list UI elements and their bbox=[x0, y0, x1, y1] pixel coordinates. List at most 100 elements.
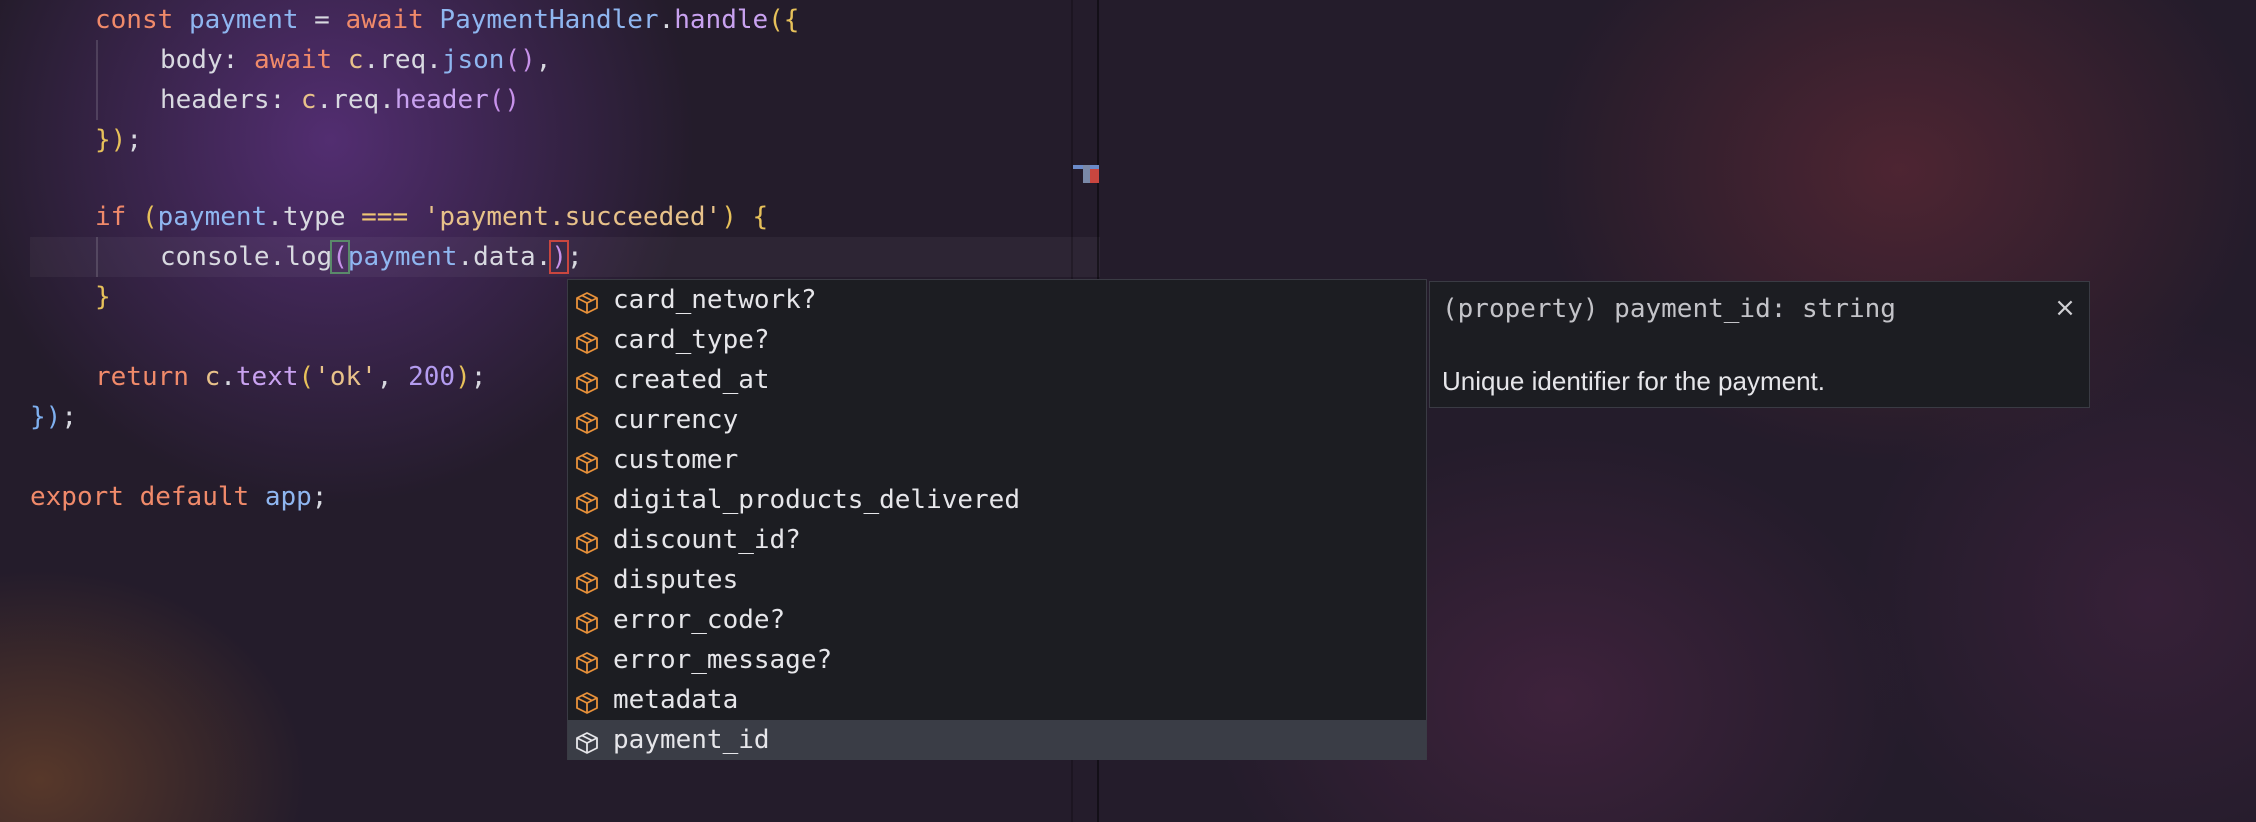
suggestion-label: card_network? bbox=[613, 285, 817, 315]
code-token: ( bbox=[330, 240, 350, 274]
code-line[interactable]: } bbox=[95, 277, 111, 317]
code-token: }) bbox=[30, 402, 62, 432]
code-token: , bbox=[535, 45, 552, 75]
code-token: { bbox=[752, 202, 769, 232]
code-token: await bbox=[253, 45, 333, 75]
property-icon bbox=[574, 608, 600, 634]
code-line[interactable]: export default app; bbox=[30, 477, 327, 517]
code-token: ({ bbox=[768, 5, 800, 35]
code-line[interactable]: }); bbox=[30, 397, 77, 437]
code-token: export bbox=[30, 482, 124, 512]
suggestion-label: payment_id bbox=[613, 725, 770, 755]
suggestion-item[interactable]: card_network? bbox=[568, 280, 1426, 320]
code-token: headers: bbox=[160, 85, 286, 115]
code-token: payment bbox=[157, 202, 268, 232]
code-token: . bbox=[426, 45, 442, 75]
suggestion-label: discount_id? bbox=[613, 525, 801, 555]
code-token: === bbox=[361, 202, 409, 232]
property-icon bbox=[574, 328, 600, 354]
property-icon bbox=[574, 728, 600, 754]
code-line-current[interactable]: console.log(payment.data.); bbox=[160, 237, 583, 277]
suggestion-label: created_at bbox=[613, 365, 770, 395]
code-token: ; bbox=[311, 482, 328, 512]
suggestion-label: error_message? bbox=[613, 645, 833, 675]
code-token: body: bbox=[160, 45, 239, 75]
property-icon bbox=[574, 288, 600, 314]
code-line[interactable]: body: await c.req.json(), bbox=[160, 40, 551, 80]
details-signature: (property) payment_id: string bbox=[1442, 294, 1896, 324]
code-token: 'ok' bbox=[314, 362, 377, 392]
suggestion-list[interactable]: card_network? card_type? created_atcurrenc… bbox=[567, 279, 1427, 760]
code-token: . bbox=[220, 362, 236, 392]
code-token: . bbox=[363, 45, 380, 75]
code-token: header bbox=[394, 85, 489, 115]
code-token: payment bbox=[347, 242, 458, 272]
suggestion-label: metadata bbox=[613, 685, 739, 715]
suggestion-item[interactable]: metadata bbox=[568, 680, 1426, 720]
code-token: console bbox=[160, 242, 270, 272]
suggestion-label: digital_products_delivered bbox=[613, 485, 1020, 515]
code-token: ( bbox=[141, 202, 158, 232]
code-line[interactable]: }); bbox=[95, 120, 142, 160]
code-line[interactable]: if (payment.type === 'payment.succeeded'… bbox=[95, 197, 768, 237]
code-token: = bbox=[314, 5, 330, 35]
suggestion-item[interactable]: card_type? bbox=[568, 320, 1426, 360]
suggestion-item[interactable]: customer bbox=[568, 440, 1426, 480]
close-icon[interactable]: × bbox=[2050, 293, 2080, 323]
suggestion-item[interactable]: digital_products_delivered bbox=[568, 480, 1426, 520]
code-token: ; bbox=[126, 125, 142, 155]
suggestion-label: card_type? bbox=[613, 325, 770, 355]
code-token: return bbox=[95, 362, 189, 392]
code-token: . bbox=[658, 5, 675, 35]
property-icon bbox=[574, 448, 600, 474]
code-line[interactable]: const payment = await PaymentHandler.han… bbox=[95, 0, 799, 40]
code-token: log bbox=[285, 242, 333, 272]
code-token: . bbox=[316, 85, 333, 115]
code-token: c bbox=[300, 85, 317, 115]
code-token: handle bbox=[674, 5, 769, 35]
code-token: c bbox=[204, 362, 221, 392]
suggestion-item[interactable]: currency bbox=[568, 400, 1426, 440]
code-token: c bbox=[347, 45, 364, 75]
code-token: . bbox=[269, 242, 286, 272]
property-icon bbox=[574, 368, 600, 394]
code-token: () bbox=[504, 45, 536, 75]
code-token: json bbox=[441, 45, 505, 75]
suggestion-label: currency bbox=[613, 405, 739, 435]
code-token: () bbox=[488, 85, 521, 115]
code-token: await bbox=[345, 5, 424, 35]
property-icon bbox=[574, 688, 600, 714]
suggestion-label: customer bbox=[613, 445, 739, 475]
suggestion-item[interactable]: error_message? bbox=[568, 640, 1426, 680]
code-token: req bbox=[332, 85, 380, 115]
code-token: }) bbox=[95, 125, 127, 155]
details-description: Unique identifier for the payment. bbox=[1442, 366, 1825, 396]
code-token: ) bbox=[455, 362, 471, 392]
code-token: ; bbox=[567, 242, 583, 272]
scrollbar-marker[interactable] bbox=[1073, 165, 1099, 183]
property-icon bbox=[574, 648, 600, 674]
code-token: .type bbox=[267, 202, 346, 232]
suggestion-item[interactable]: created_at bbox=[568, 360, 1426, 400]
code-token: payment bbox=[188, 5, 299, 35]
code-token: , bbox=[376, 362, 393, 392]
indent-guide bbox=[96, 40, 98, 120]
code-token: 'payment.succeeded' bbox=[423, 202, 722, 232]
code-token: . bbox=[379, 85, 395, 115]
suggestion-label: disputes bbox=[613, 565, 739, 595]
code-token: app bbox=[264, 482, 312, 512]
code-line[interactable]: headers: c.req.header() bbox=[160, 80, 520, 120]
suggestion-item[interactable]: disputes bbox=[568, 560, 1426, 600]
code-line[interactable]: return c.text('ok', 200); bbox=[95, 357, 486, 397]
code-token: const bbox=[95, 5, 174, 35]
suggestion-item[interactable]: payment_id bbox=[568, 720, 1426, 760]
suggestion-item[interactable]: error_code? bbox=[568, 600, 1426, 640]
suggestion-details: (property) payment_id: string × Unique i… bbox=[1429, 281, 2090, 408]
property-icon bbox=[574, 568, 600, 594]
property-icon bbox=[574, 408, 600, 434]
property-icon bbox=[574, 528, 600, 554]
suggestion-item[interactable]: discount_id? bbox=[568, 520, 1426, 560]
indent-guide bbox=[96, 237, 98, 277]
code-token: ; bbox=[61, 402, 77, 432]
code-token: if bbox=[95, 202, 127, 232]
